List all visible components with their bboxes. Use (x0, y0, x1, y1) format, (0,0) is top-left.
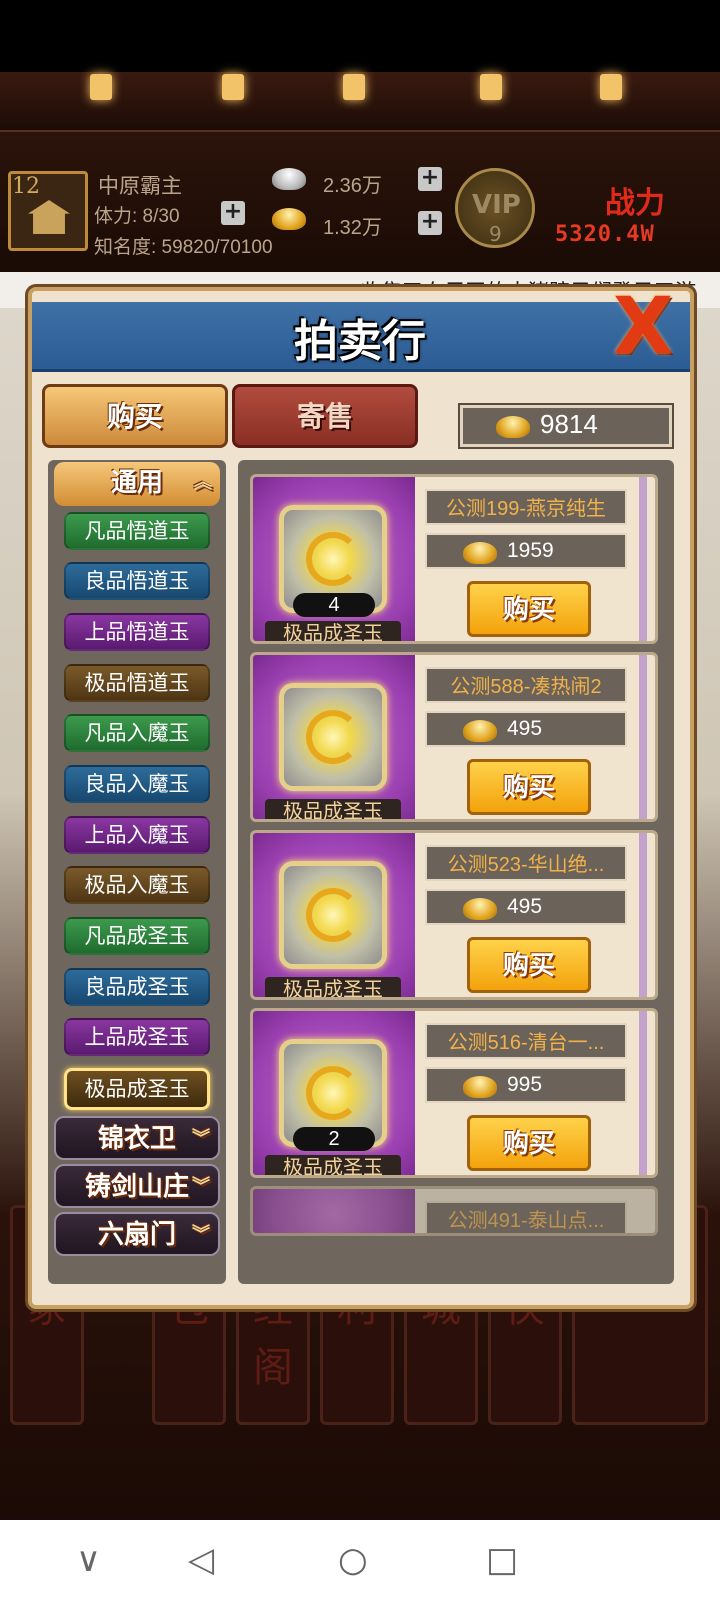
category-list[interactable]: 通用 ︽ 凡品悟道玉 良品悟道玉 上品悟道玉 极品悟道玉 凡品入魔玉 良品入魔玉 … (48, 460, 226, 1284)
item-quantity: 2 (293, 1127, 375, 1151)
price-box: 995 (425, 1067, 627, 1103)
buy-button[interactable]: 购买 (467, 937, 591, 993)
vip-level: 9 (489, 222, 502, 246)
status-bar (0, 0, 720, 72)
category-item[interactable]: 极品悟道玉 (64, 664, 210, 702)
chevron-down-icon: ︾ (192, 1128, 210, 1149)
listing-card: 4 极品成圣玉 公测199-燕京纯生 1959 购买 (250, 474, 658, 644)
add-gold-button[interactable]: + (418, 211, 442, 235)
item-name: 极品成圣玉 (265, 1155, 401, 1175)
close-button[interactable]: X (608, 288, 678, 366)
add-stamina-button[interactable]: + (221, 201, 245, 225)
category-item[interactable]: 上品悟道玉 (64, 613, 210, 651)
listing-list[interactable]: 4 极品成圣玉 公测199-燕京纯生 1959 购买 极品成圣玉 公测588-凑热… (238, 460, 674, 1284)
category-item[interactable]: 凡品悟道玉 (64, 512, 210, 550)
gold-ingot-icon (496, 416, 530, 438)
category-item[interactable]: 凡品入魔玉 (64, 714, 210, 752)
vip-label: VIP (472, 190, 521, 220)
item-name: 极品成圣玉 (265, 977, 401, 997)
seller-name: 公测523-华山绝... (425, 845, 627, 881)
listing-card: 极品成圣玉 公测523-华山绝... 495 购买 (250, 830, 658, 1000)
gold-ingot-icon (272, 208, 306, 230)
listing-card: 2 极品成圣玉 公测516-清台一... 995 购买 (250, 1008, 658, 1178)
item-thumbnail[interactable]: 2 极品成圣玉 (253, 1011, 415, 1175)
seller-name: 公测199-燕京纯生 (425, 489, 627, 525)
silver-amount: 2.36万 (323, 175, 382, 197)
category-item[interactable]: 良品入魔玉 (64, 765, 210, 803)
category-item[interactable]: 极品入魔玉 (64, 866, 210, 904)
listing-card: 极品成圣玉 公测588-凑热闹2 495 购买 (250, 652, 658, 822)
home-icon[interactable]: ○ (338, 1540, 368, 1580)
item-thumbnail[interactable]: 极品成圣玉 (253, 833, 415, 997)
category-item[interactable]: 良品悟道玉 (64, 562, 210, 600)
listing-card-partial: 公测491-泰山点... (250, 1186, 658, 1236)
category-item-selected[interactable]: 极品成圣玉 (64, 1068, 210, 1110)
category-jinyiwei[interactable]: 锦衣卫 ︾ (54, 1116, 220, 1160)
item-name: 极品成圣玉 (265, 621, 401, 641)
jade-icon (279, 683, 387, 791)
chevron-down-icon[interactable]: ∨ (76, 1540, 101, 1580)
seller-name: 公测516-清台一... (425, 1023, 627, 1059)
category-item[interactable]: 上品成圣玉 (64, 1018, 210, 1056)
jade-icon (279, 861, 387, 969)
silver-ingot-icon (272, 168, 306, 190)
category-item[interactable]: 上品入魔玉 (64, 816, 210, 854)
power-label: 战力 (605, 186, 665, 221)
chevron-up-icon: ︽ (194, 472, 212, 493)
player-name: 中原霸主 (98, 175, 182, 198)
gold-ingot-icon (463, 1076, 497, 1098)
chevron-down-icon: ︾ (192, 1176, 210, 1197)
back-icon[interactable]: ◁ (188, 1540, 214, 1580)
category-item[interactable]: 凡品成圣玉 (64, 917, 210, 955)
price-value: 495 (507, 895, 543, 918)
gold-amount: 1.32万 (323, 217, 382, 239)
balance-value: 9814 (540, 409, 598, 439)
category-zhujian-label: 铸剑山庄 (84, 1172, 189, 1202)
buy-button[interactable]: 购买 (467, 759, 591, 815)
buy-button[interactable]: 购买 (467, 1115, 591, 1171)
category-zhujian[interactable]: 铸剑山庄 ︾ (54, 1164, 220, 1208)
buy-button[interactable]: 购买 (467, 581, 591, 637)
tab-sell[interactable]: 寄售 (232, 384, 418, 448)
stamina-text: 体力: 8/30 (94, 206, 180, 227)
price-value: 1959 (507, 539, 554, 562)
add-silver-button[interactable]: + (418, 167, 442, 191)
item-thumbnail[interactable]: 4 极品成圣玉 (253, 477, 415, 641)
item-quantity: 4 (293, 593, 375, 617)
power-value: 5320.4W (555, 222, 655, 247)
item-name: 极品成圣玉 (265, 799, 401, 819)
decor-strip (0, 72, 720, 132)
category-item[interactable]: 良品成圣玉 (64, 968, 210, 1006)
price-value: 495 (507, 717, 543, 740)
seller-name: 公测588-凑热闹2 (425, 667, 627, 703)
gold-ingot-icon (463, 542, 497, 564)
price-box: 1959 (425, 533, 627, 569)
category-jinyiwei-label: 锦衣卫 (97, 1124, 176, 1154)
tab-buy[interactable]: 购买 (42, 384, 228, 448)
category-general-label: 通用 (110, 468, 163, 498)
price-box: 495 (425, 711, 627, 747)
recent-apps-icon[interactable]: □ (486, 1540, 518, 1580)
chevron-down-icon: ︾ (192, 1224, 210, 1245)
item-thumbnail[interactable] (253, 1189, 415, 1233)
category-liushanmen-label: 六扇门 (97, 1220, 176, 1250)
player-level: 12 (12, 174, 40, 199)
seller-name: 公测491-泰山点... (425, 1201, 627, 1233)
gold-ingot-icon (463, 720, 497, 742)
price-value: 995 (507, 1073, 543, 1096)
category-liushanmen[interactable]: 六扇门 ︾ (54, 1212, 220, 1256)
price-box: 495 (425, 889, 627, 925)
category-general[interactable]: 通用 ︽ (54, 462, 220, 506)
gold-ingot-icon (463, 898, 497, 920)
panel-title: 拍卖行 (294, 316, 426, 367)
item-thumbnail[interactable]: 极品成圣玉 (253, 655, 415, 819)
fame-text: 知名度: 59820/70100 (94, 237, 273, 258)
